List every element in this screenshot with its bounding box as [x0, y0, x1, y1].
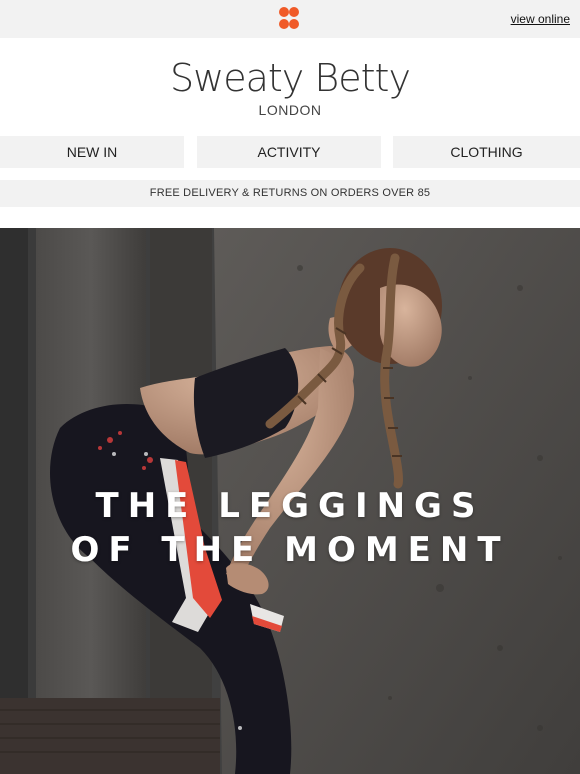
nav-new-in[interactable]: NEW IN — [0, 136, 184, 168]
hero-banner[interactable]: THE LEGGINGS OF THE MOMENT — [0, 228, 580, 774]
brand-logo[interactable]: Sweaty Betty LONDON — [0, 56, 580, 118]
nav-clothing[interactable]: CLOTHING — [393, 136, 580, 168]
main-nav: NEW IN ACTIVITY CLOTHING — [0, 136, 580, 168]
brand-location: LONDON — [258, 102, 322, 118]
hero-headline-line-1: THE LEGGINGS — [95, 486, 485, 526]
nav-activity[interactable]: ACTIVITY — [197, 136, 381, 168]
top-bar: view online — [0, 0, 580, 38]
delivery-banner: FREE DELIVERY & RETURNS ON ORDERS OVER 8… — [0, 180, 580, 207]
brand-logo-icon[interactable] — [278, 6, 300, 30]
view-online-link[interactable]: view online — [511, 12, 570, 26]
brand-name: Sweaty Betty — [170, 56, 411, 100]
hero-headline-line-2: OF THE MOMENT — [70, 530, 510, 570]
